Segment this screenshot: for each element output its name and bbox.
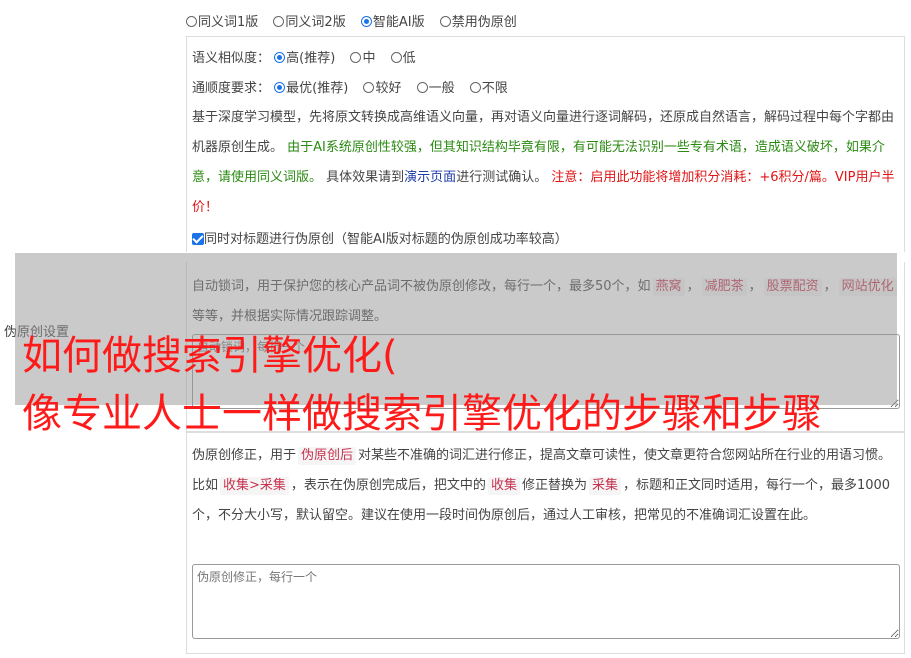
ai-description: 基于深度学习模型，先将原文转换成高维语义向量，再对语义向量进行逐词解码，还原成自… xyxy=(192,110,895,215)
radio-icon[interactable] xyxy=(416,82,428,93)
mode-option-ai[interactable]: 智能AI版 xyxy=(360,15,425,30)
radio-icon[interactable] xyxy=(273,16,285,27)
radio-icon[interactable] xyxy=(186,16,197,27)
overlay-headline-line1: 如何做搜索引擎优化( xyxy=(22,333,398,379)
radio-selected-icon[interactable] xyxy=(360,16,372,27)
demo-page-link[interactable]: 演示页面 xyxy=(404,170,456,185)
correction-tag: 收集>采集 xyxy=(220,477,289,495)
title-checkbox-row[interactable]: 同时对标题进行伪原创（智能AI版对标题的伪原创成功率较高） xyxy=(192,228,568,247)
similarity-option-low[interactable]: 低 xyxy=(390,51,416,66)
fluency-option-best[interactable]: 最优(推荐) xyxy=(274,81,348,96)
correction-tag: 采集 xyxy=(588,477,621,495)
fluency-option-good[interactable]: 较好 xyxy=(363,81,401,96)
radio-icon[interactable] xyxy=(439,16,451,27)
checkbox-checked-icon[interactable] xyxy=(192,233,204,245)
similarity-row: 语义相似度： 高(推荐) 中 低 xyxy=(192,47,427,66)
mode-option-synonym-1[interactable]: 同义词1版 xyxy=(186,15,258,30)
correction-tag: 伪原创后 xyxy=(298,447,357,465)
radio-selected-icon[interactable] xyxy=(274,52,286,63)
correction-panel: 伪原创修正，用于 伪原创后 对某些不准确的词汇进行修正，提高文章可读性，使文章更符合… xyxy=(186,432,905,654)
correction-tag: 收集 xyxy=(487,477,520,495)
fluency-option-any[interactable]: 不限 xyxy=(469,81,508,96)
radio-icon[interactable] xyxy=(363,82,375,93)
fluency-option-normal[interactable]: 一般 xyxy=(416,81,455,96)
radio-selected-icon[interactable] xyxy=(274,82,286,93)
mode-option-synonym-2[interactable]: 同义词2版 xyxy=(273,15,346,30)
mode-option-disable[interactable]: 禁用伪原创 xyxy=(439,15,517,30)
correction-description: 伪原创修正，用于 伪原创后 对某些不准确的词汇进行修正，提高文章可读性，使文章更符合… xyxy=(192,447,892,523)
overlay-banner xyxy=(15,253,897,405)
radio-icon[interactable] xyxy=(469,82,481,93)
fluency-label: 通顺度要求： xyxy=(192,81,271,96)
correction-input[interactable] xyxy=(192,564,900,639)
mode-options: 同义词1版 同义词2版 智能AI版 禁用伪原创 xyxy=(186,11,528,30)
similarity-option-medium[interactable]: 中 xyxy=(350,51,375,66)
radio-icon[interactable] xyxy=(350,52,362,63)
similarity-option-high[interactable]: 高(推荐) xyxy=(274,51,335,66)
ai-settings-panel: 语义相似度： 高(推荐) 中 低 通顺度要求： 最优(推荐) 较好 一般 不限 … xyxy=(186,36,905,252)
fluency-row: 通顺度要求： 最优(推荐) 较好 一般 不限 xyxy=(192,77,519,96)
radio-icon[interactable] xyxy=(390,52,402,63)
similarity-label: 语义相似度： xyxy=(192,51,271,66)
overlay-headline-line2: 像专业人士一样做搜索引擎优化的步骤和步骤 xyxy=(22,391,822,437)
title-checkbox-label: 同时对标题进行伪原创（智能AI版对标题的伪原创成功率较高） xyxy=(204,232,568,247)
